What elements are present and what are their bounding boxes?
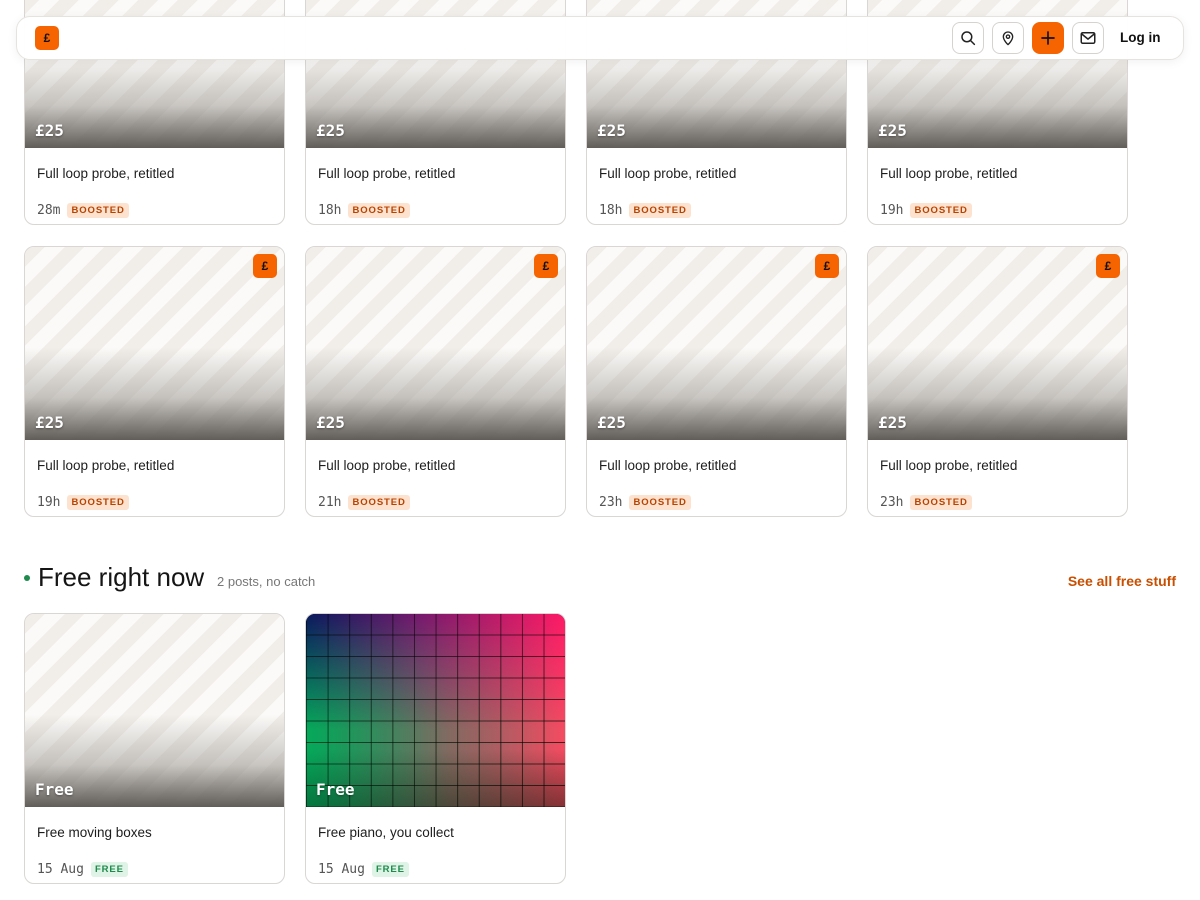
- listing-title: Full loop probe, retitled: [880, 166, 1018, 181]
- boost-pound-badge: £: [815, 254, 839, 278]
- login-button[interactable]: Log in: [1120, 30, 1161, 45]
- listing-meta: 15 Aug FREE: [318, 862, 409, 877]
- listing-image: £ £25: [587, 247, 846, 440]
- listing-title: Full loop probe, retitled: [37, 166, 175, 181]
- listing-title: Full loop probe, retitled: [599, 458, 737, 473]
- listing-time: 18h: [318, 203, 342, 218]
- listing-meta: 18h BOOSTED: [318, 203, 410, 218]
- plus-icon: [1041, 31, 1055, 45]
- free-badge: FREE: [90, 862, 128, 877]
- boosted-badge: BOOSTED: [348, 495, 410, 510]
- listing-meta: 19h BOOSTED: [37, 495, 129, 510]
- boosted-badge: BOOSTED: [910, 203, 972, 218]
- listing-price: £25: [316, 413, 345, 432]
- boost-pound-badge: £: [253, 254, 277, 278]
- listing-time: 23h: [599, 495, 623, 510]
- listing-title: Full loop probe, retitled: [318, 458, 456, 473]
- free-listing-card[interactable]: Free Free piano, you collect 15 Aug FREE: [305, 613, 566, 884]
- listing-date: 15 Aug: [37, 862, 84, 877]
- listing-title: Free moving boxes: [37, 825, 152, 840]
- boosted-badge: BOOSTED: [629, 203, 691, 218]
- listing-price: £25: [878, 121, 907, 140]
- listing-price: £25: [316, 121, 345, 140]
- listing-meta: 23h BOOSTED: [880, 495, 972, 510]
- listing-price: £25: [597, 121, 626, 140]
- listing-image: £ £25: [25, 247, 284, 440]
- listing-time: 28m: [37, 203, 61, 218]
- listing-price: £25: [878, 413, 907, 432]
- listing-image: £ £25: [306, 247, 565, 440]
- search-icon: [961, 31, 976, 46]
- free-listing-card[interactable]: Free Free moving boxes 15 Aug FREE: [24, 613, 285, 884]
- listing-meta: 15 Aug FREE: [37, 862, 128, 877]
- listing-price: £25: [35, 121, 64, 140]
- boost-pound-badge: £: [534, 254, 558, 278]
- listing-meta: 28m BOOSTED: [37, 203, 129, 218]
- listing-meta: 23h BOOSTED: [599, 495, 691, 510]
- boosted-badge: BOOSTED: [67, 495, 129, 510]
- section-dot: [24, 575, 30, 581]
- location-button[interactable]: [992, 22, 1024, 54]
- top-nav-bar: £ Log in: [16, 16, 1184, 60]
- listing-image: £ £25: [868, 247, 1127, 440]
- logo[interactable]: £: [35, 26, 59, 50]
- listing-meta: 21h BOOSTED: [318, 495, 410, 510]
- listing-card[interactable]: £ £25 Full loop probe, retitled 23h BOOS…: [586, 246, 847, 517]
- boosted-badge: BOOSTED: [348, 203, 410, 218]
- boosted-badge: BOOSTED: [910, 495, 972, 510]
- listing-meta: 18h BOOSTED: [599, 203, 691, 218]
- listing-price: £25: [597, 413, 626, 432]
- boost-pound-badge: £: [1096, 254, 1120, 278]
- boosted-badge: BOOSTED: [629, 495, 691, 510]
- listing-time: 19h: [37, 495, 61, 510]
- section-title: Free right now: [38, 562, 205, 592]
- listing-date: 15 Aug: [318, 862, 365, 877]
- free-badge: FREE: [371, 862, 409, 877]
- listing-title: Free piano, you collect: [318, 825, 454, 840]
- messages-button[interactable]: [1072, 22, 1104, 54]
- listing-price: Free: [316, 780, 355, 799]
- section-subtitle: 2 posts, no catch: [217, 574, 316, 589]
- listing-title: Full loop probe, retitled: [880, 458, 1018, 473]
- see-all-free-link[interactable]: See all free stuff: [1068, 573, 1176, 589]
- listing-title: Full loop probe, retitled: [37, 458, 175, 473]
- listing-time: 23h: [880, 495, 904, 510]
- location-pin-icon: [1002, 31, 1014, 46]
- listing-card[interactable]: £ £25 Full loop probe, retitled 19h BOOS…: [24, 246, 285, 517]
- listing-card[interactable]: £ £25 Full loop probe, retitled 23h BOOS…: [867, 246, 1128, 517]
- listing-time: 18h: [599, 203, 623, 218]
- search-button[interactable]: [952, 22, 984, 54]
- listing-time: 21h: [318, 495, 342, 510]
- listing-price: Free: [35, 780, 74, 799]
- boosted-badge: BOOSTED: [67, 203, 129, 218]
- listing-meta: 19h BOOSTED: [880, 203, 972, 218]
- listing-time: 19h: [880, 203, 904, 218]
- listing-card[interactable]: £ £25 Full loop probe, retitled 21h BOOS…: [305, 246, 566, 517]
- create-post-button[interactable]: [1032, 22, 1064, 54]
- listing-title: Full loop probe, retitled: [318, 166, 456, 181]
- mail-icon: [1080, 32, 1096, 44]
- listing-title: Full loop probe, retitled: [599, 166, 737, 181]
- listing-image: Free: [306, 614, 565, 807]
- listing-price: £25: [35, 413, 64, 432]
- listing-image: Free: [25, 614, 284, 807]
